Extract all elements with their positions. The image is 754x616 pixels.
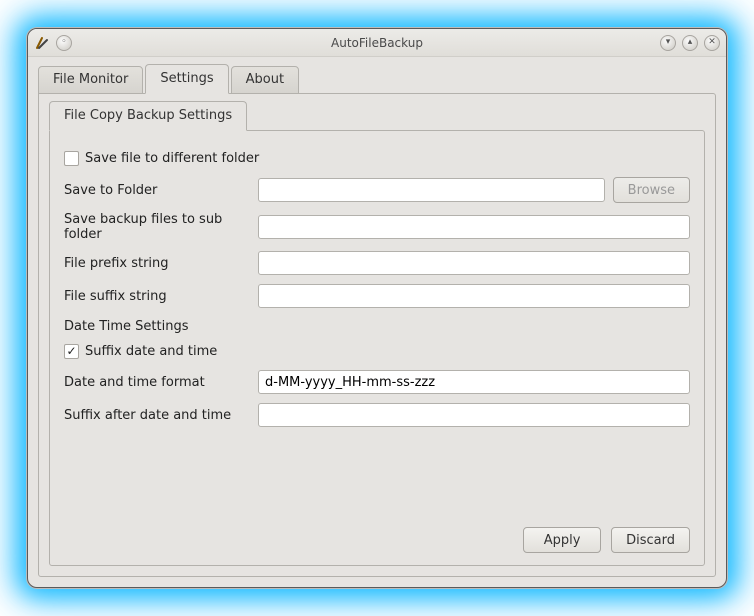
titlebar: ◦ AutoFileBackup ▾ ▴ ✕ <box>28 29 726 57</box>
file-prefix-row: File prefix string <box>64 251 690 275</box>
file-prefix-input[interactable] <box>258 251 690 275</box>
tab-label: File Monitor <box>53 72 128 87</box>
button-label: Apply <box>544 533 581 548</box>
save-sub-folder-row: Save backup files to sub folder <box>64 212 690 242</box>
date-time-section-label: Date Time Settings <box>64 319 690 334</box>
suffix-date-time-row: ✓ Suffix date and time <box>64 340 690 362</box>
maximize-button[interactable]: ▴ <box>682 35 698 51</box>
tab-label: About <box>246 72 284 87</box>
tab-file-monitor[interactable]: File Monitor <box>38 66 143 94</box>
apply-button[interactable]: Apply <box>523 527 601 553</box>
tab-label: Settings <box>160 71 213 86</box>
app-icon <box>34 35 50 51</box>
tab-file-copy-backup-settings[interactable]: File Copy Backup Settings <box>49 101 247 131</box>
suffix-after-dt-input[interactable] <box>258 403 690 427</box>
backup-settings-frame: Save file to different folder Save to Fo… <box>49 130 705 566</box>
save-diff-folder-row: Save file to different folder <box>64 147 690 169</box>
minimize-button[interactable]: ▾ <box>660 35 676 51</box>
file-suffix-input[interactable] <box>258 284 690 308</box>
settings-panel: File Copy Backup Settings Save file to d… <box>38 93 716 577</box>
suffix-date-time-checkbox[interactable]: ✓ <box>64 344 79 359</box>
close-icon: ✕ <box>708 38 716 47</box>
suffix-date-time-label: Suffix date and time <box>85 344 217 359</box>
discard-button[interactable]: Discard <box>611 527 690 553</box>
chevron-up-icon: ▴ <box>688 38 693 47</box>
save-to-folder-label: Save to Folder <box>64 183 258 198</box>
main-tabstrip: File Monitor Settings About <box>38 65 716 93</box>
application-window: ◦ AutoFileBackup ▾ ▴ ✕ File Monitor <box>27 28 727 588</box>
date-format-input[interactable] <box>258 370 690 394</box>
inner-tabstrip: File Copy Backup Settings <box>49 104 705 130</box>
suffix-after-dt-label: Suffix after date and time <box>64 408 258 423</box>
file-suffix-label: File suffix string <box>64 289 258 304</box>
button-label: Browse <box>628 183 675 198</box>
tab-settings[interactable]: Settings <box>145 64 228 94</box>
window-decoration-button[interactable]: ◦ <box>56 35 72 51</box>
date-format-row: Date and time format <box>64 370 690 394</box>
content-area: File Monitor Settings About File Copy Ba… <box>28 57 726 587</box>
date-format-label: Date and time format <box>64 375 258 390</box>
save-diff-folder-label: Save file to different folder <box>85 151 259 166</box>
file-prefix-label: File prefix string <box>64 256 258 271</box>
button-label: Discard <box>626 533 675 548</box>
suffix-after-dt-row: Suffix after date and time <box>64 403 690 427</box>
save-diff-folder-checkbox[interactable] <box>64 151 79 166</box>
window-title: AutoFileBackup <box>28 36 726 50</box>
save-to-folder-input[interactable] <box>258 178 605 202</box>
tab-label: File Copy Backup Settings <box>64 108 232 123</box>
tab-about[interactable]: About <box>231 66 299 94</box>
file-suffix-row: File suffix string <box>64 284 690 308</box>
browse-button[interactable]: Browse <box>613 177 690 203</box>
save-sub-folder-label: Save backup files to sub folder <box>64 212 258 242</box>
circle-icon: ◦ <box>61 38 66 47</box>
save-to-folder-row: Save to Folder Browse <box>64 177 690 203</box>
dialog-button-bar: Apply Discard <box>523 527 690 553</box>
close-button[interactable]: ✕ <box>704 35 720 51</box>
save-sub-folder-input[interactable] <box>258 215 690 239</box>
chevron-down-icon: ▾ <box>666 38 671 47</box>
